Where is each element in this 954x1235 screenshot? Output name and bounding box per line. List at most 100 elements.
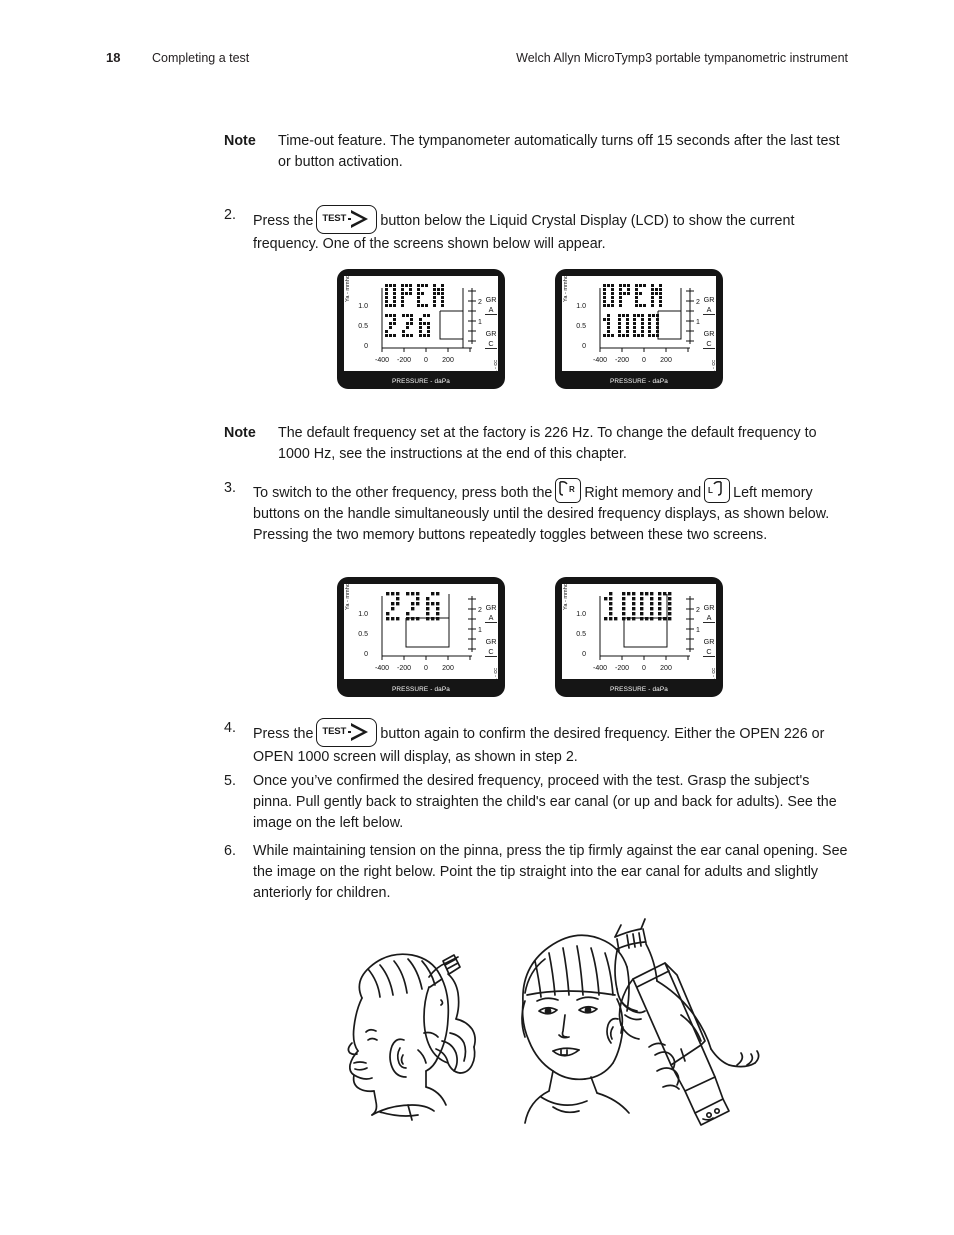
lcd-caption-226: PRESSURE - daPa — [391, 686, 450, 693]
illustration-probe-insertion-svg — [521, 918, 760, 1126]
lcd-screen-open-226: Ya - mmho + 200 Vea - cc 1.0 0.5 0 — [337, 269, 505, 389]
page-header: 18 Completing a test Welch Allyn MicroTy… — [106, 50, 848, 70]
lcd-caption-open-226: PRESSURE - daPa — [391, 378, 450, 385]
step-3-number: 3. — [224, 480, 236, 496]
lcd-inner-open-226: Ya - mmho + 200 Vea - cc 1.0 0.5 0 — [344, 276, 498, 371]
svg-text:2: 2 — [696, 607, 700, 614]
step-6-number: 6. — [224, 843, 236, 859]
test-button-icon[interactable]: TEST — [316, 205, 378, 234]
play-triangle-inner-icon — [351, 725, 364, 738]
svg-text:1.0: 1.0 — [576, 303, 586, 310]
svg-text:0: 0 — [424, 357, 428, 364]
right-memory-button-icon[interactable]: R — [555, 478, 582, 503]
step-5-text: Once you’ve confirmed the desired freque… — [253, 773, 837, 832]
svg-text:1: 1 — [478, 319, 482, 326]
lcd-screen-1000: Ya - mmho + 200 Vea - cc 1.0 0.5 0 - — [555, 577, 723, 697]
svg-text:0.5: 0.5 — [358, 631, 368, 638]
svg-text:200: 200 — [660, 357, 672, 364]
svg-text:GR: GR — [486, 603, 497, 612]
step-3-text: To switch to the other frequency, press … — [253, 478, 850, 546]
lcd-screen-226: Ya - mmho + 200 Vea - cc 1.0 0.5 0 - — [337, 577, 505, 697]
svg-text:0: 0 — [582, 343, 586, 350]
svg-text:GR: GR — [704, 329, 715, 338]
step-3-text-b: Right memory and — [584, 485, 702, 501]
svg-text:-400: -400 — [593, 665, 607, 672]
svg-text:2: 2 — [478, 299, 482, 306]
svg-text:2: 2 — [478, 607, 482, 614]
svg-text:0: 0 — [364, 651, 368, 658]
svg-text:0: 0 — [364, 343, 368, 350]
left-ear-icon: L — [708, 481, 722, 496]
svg-text:-400: -400 — [375, 357, 389, 364]
header-chapter-title: Completing a test — [152, 51, 250, 65]
note-timeout-text: Time-out feature. The tympanometer autom… — [278, 133, 840, 171]
test-button-icon[interactable]: TEST — [316, 718, 378, 747]
svg-text:L: L — [708, 486, 713, 495]
lcd-inner-open-1000: Ya - mmho + 200 Vea - cc 1.0 0.5 0 - — [562, 276, 716, 371]
step-3: 3. To switch to the other frequency, pre… — [224, 478, 850, 546]
lcd-caption-1000: PRESSURE - daPa — [609, 686, 668, 693]
step-3-text-a: To switch to the other frequency, press … — [253, 485, 553, 501]
svg-text:A: A — [707, 613, 712, 622]
svg-text:GR: GR — [704, 603, 715, 612]
note-timeout: Note Time-out feature. The tympanometer … — [224, 131, 844, 173]
svg-text:-200: -200 — [615, 357, 629, 364]
illustration-pinna-pull — [300, 915, 530, 1140]
svg-text:1: 1 — [478, 627, 482, 634]
step-4-number: 4. — [224, 720, 236, 736]
lcd-screen-open-1000: Ya - mmho + 200 Vea - cc 1.0 0.5 0 - — [555, 269, 723, 389]
lcd-caption-open-1000: PRESSURE - daPa — [609, 378, 668, 385]
svg-text:A: A — [707, 305, 712, 314]
svg-text:-400: -400 — [375, 665, 389, 672]
note-default-frequency: Note The default frequency set at the fa… — [224, 423, 844, 465]
note-default-frequency-text: The default frequency set at the factory… — [278, 425, 817, 463]
step-4: 4. Press the TEST button again to confir… — [224, 718, 850, 768]
svg-text:C: C — [488, 339, 493, 348]
svg-text:-200: -200 — [397, 665, 411, 672]
svg-text:1.0: 1.0 — [358, 611, 368, 618]
note-label: Note — [224, 425, 256, 441]
step-6-text: While maintaining tension on the pinna, … — [253, 843, 848, 902]
svg-text:200: 200 — [442, 357, 454, 364]
svg-text:1.0: 1.0 — [358, 303, 368, 310]
svg-text:0.5: 0.5 — [576, 631, 586, 638]
svg-text:2: 2 — [696, 299, 700, 306]
svg-text:GR: GR — [486, 295, 497, 304]
svg-text:GR: GR — [704, 637, 715, 646]
svg-text:C: C — [488, 647, 493, 656]
step-2-text: Press the TEST button below the Liquid C… — [253, 205, 850, 255]
step-5-number: 5. — [224, 773, 236, 789]
svg-text:C: C — [706, 339, 711, 348]
svg-text:0.5: 0.5 — [358, 323, 368, 330]
svg-text:0: 0 — [642, 665, 646, 672]
svg-text:1: 1 — [696, 627, 700, 634]
svg-text:-200: -200 — [615, 665, 629, 672]
svg-text:C: C — [706, 647, 711, 656]
step-2: 2. Press the TEST button below the Liqui… — [224, 205, 850, 255]
step-2-text-before: Press the — [253, 213, 314, 229]
lcd-inner-1000: Ya - mmho + 200 Vea - cc 1.0 0.5 0 - — [562, 584, 716, 679]
note-label: Note — [224, 133, 256, 149]
svg-text:A: A — [489, 305, 494, 314]
step-4-text: Press the TEST button again to confirm t… — [253, 718, 850, 768]
svg-text:A: A — [489, 613, 494, 622]
step-5: 5. Once you’ve confirmed the desired fre… — [224, 771, 850, 834]
svg-text:200: 200 — [442, 665, 454, 672]
svg-text:0.5: 0.5 — [576, 323, 586, 330]
page-number: 18 — [106, 50, 121, 65]
lcd-plot-226: 1.0 0.5 0 -400 -200 0 200 2 1 GR A GR C — [358, 592, 497, 672]
lcd-plot-open-1000: 1.0 0.5 0 -400 -200 0 200 2 1 GR A GR C — [576, 284, 715, 364]
left-memory-button-icon[interactable]: L — [704, 478, 731, 503]
svg-text:-400: -400 — [593, 357, 607, 364]
right-ear-icon: R — [559, 481, 575, 496]
svg-text:GR: GR — [486, 329, 497, 338]
step-6: 6. While maintaining tension on the pinn… — [224, 841, 850, 904]
svg-text:0: 0 — [424, 665, 428, 672]
illustration-probe-insertion — [505, 915, 770, 1140]
svg-text:0: 0 — [582, 651, 586, 658]
svg-text:GR: GR — [704, 295, 715, 304]
illustration-pinna-pull-svg — [347, 953, 476, 1121]
lcd-inner-226: Ya - mmho + 200 Vea - cc 1.0 0.5 0 - — [344, 584, 498, 679]
svg-text:200: 200 — [660, 665, 672, 672]
step-2-number: 2. — [224, 207, 236, 223]
